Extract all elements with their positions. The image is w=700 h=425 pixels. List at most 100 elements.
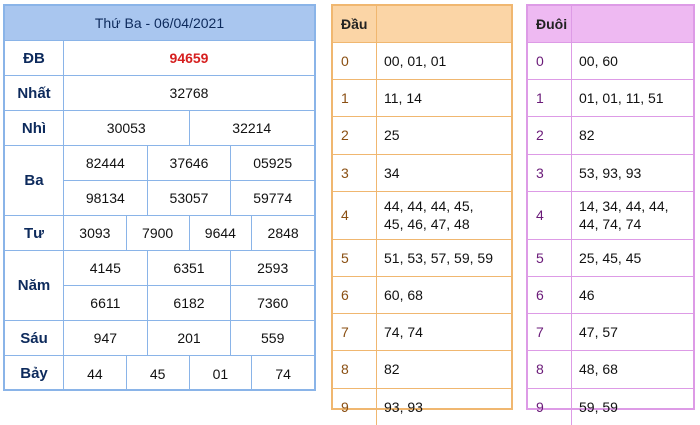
prize-number: 32214 <box>232 120 272 136</box>
prize-label: Nhất <box>5 76 64 110</box>
duoi-row: 1 01, 01, 11, 51 <box>528 79 693 117</box>
dau-digit: 0 <box>333 43 377 80</box>
prize-number: 53057 <box>148 181 232 215</box>
duoi-digit: 1 <box>528 80 572 117</box>
prize-number: 6182 <box>148 286 232 320</box>
dau-row: 5 51, 53, 57, 59, 59 <box>333 238 511 276</box>
prize-label: Ba <box>5 146 64 215</box>
duoi-values: 59, 59 <box>579 398 618 415</box>
dau-row: 9 93, 93 <box>333 387 511 425</box>
duoi-row: 2 82 <box>528 116 693 154</box>
prize-number: 74 <box>275 365 291 382</box>
prize-number: 6611 <box>64 286 148 320</box>
duoi-digit: 9 <box>528 388 572 425</box>
prize-number: 559 <box>261 330 285 346</box>
prize-row: Bảy 44 45 01 74 <box>5 356 314 391</box>
duoi-row: 7 47, 57 <box>528 313 693 351</box>
prize-row: Nhì 30053 32214 <box>5 111 314 146</box>
dau-rows: 0 00, 01, 01 1 11, 14 2 25 3 34 4 44, 44, 44, 45,… <box>333 42 511 425</box>
dau-values: 74, 74 <box>384 324 423 341</box>
prize-label: Sáu <box>5 321 64 355</box>
prize-row: Tư 3093 7900 9644 2848 <box>5 216 314 251</box>
prize-number: 82444 <box>64 146 148 180</box>
prize-row: Sáu 947 201 559 <box>5 321 314 356</box>
lottery-result-table: Thứ Ba - 06/04/2021 ĐB 94659 Nhất 32768 Nhì 3… <box>3 4 316 391</box>
duoi-values: 46 <box>579 287 595 304</box>
duoi-row: 6 46 <box>528 275 693 314</box>
prize-label: Năm <box>5 251 64 320</box>
dau-row: 6 60, 68 <box>333 275 511 314</box>
dau-values: 51, 53, 57, 59, 59 <box>384 249 493 266</box>
prize-number: 32768 <box>169 85 209 101</box>
dau-digit: 5 <box>333 239 377 276</box>
dau-values: 11, 14 <box>384 90 422 107</box>
dau-values: 00, 01, 01 <box>384 53 447 70</box>
prize-number: 2848 <box>267 225 299 241</box>
prize-label: ĐB <box>5 41 64 75</box>
prize-number: 7900 <box>127 216 190 250</box>
dau-digit: 9 <box>333 388 377 425</box>
duoi-values: 25, 45, 45 <box>579 249 642 266</box>
dau-digit: 1 <box>333 80 377 117</box>
dau-values: 44, 44, 44, 45, 45, 46, 47, 48 <box>384 198 474 233</box>
duoi-row: 0 00, 60 <box>528 42 693 80</box>
dau-values: 60, 68 <box>384 287 423 304</box>
duoi-digit: 7 <box>528 314 572 351</box>
duoi-row: 8 48, 68 <box>528 350 693 388</box>
result-date-title: Thứ Ba - 06/04/2021 <box>5 6 314 41</box>
prize-number: 3093 <box>64 216 127 250</box>
duoi-digit: 8 <box>528 351 572 388</box>
dau-digit: 4 <box>333 191 377 239</box>
duoi-row: 5 25, 45, 45 <box>528 238 693 276</box>
dau-values: 34 <box>384 164 400 181</box>
dau-table: Đầu 0 00, 01, 01 1 11, 14 2 25 3 34 4 44, 44, 44,… <box>331 4 513 425</box>
dau-row: 7 74, 74 <box>333 313 511 351</box>
prize-number: 59774 <box>253 190 293 206</box>
duoi-digit: 3 <box>528 154 572 191</box>
dau-row: 8 82 <box>333 350 511 388</box>
dau-values: 25 <box>384 127 400 144</box>
prize-number: 947 <box>64 321 148 355</box>
dau-values: 82 <box>384 361 400 378</box>
dau-digit: 3 <box>333 154 377 191</box>
duoi-values: 00, 60 <box>579 53 618 70</box>
dau-digit: 6 <box>333 276 377 314</box>
dau-digit: 8 <box>333 351 377 388</box>
duoi-digit: 4 <box>528 191 572 239</box>
prize-number: 37646 <box>148 146 232 180</box>
prize-number: 4145 <box>64 251 148 285</box>
prize-number: 30053 <box>64 111 190 145</box>
duoi-values: 01, 01, 11, 51 <box>579 90 664 107</box>
dau-row: 2 25 <box>333 116 511 154</box>
special-prize-number: 94659 <box>169 50 209 66</box>
prize-number: 01 <box>190 356 253 391</box>
prize-number: 05925 <box>253 155 293 171</box>
dau-digit: 2 <box>333 117 377 154</box>
duoi-rows: 0 00, 60 1 01, 01, 11, 51 2 82 3 53, 93, 93 4 14,… <box>528 42 693 425</box>
prize-label: Bảy <box>5 356 64 391</box>
duoi-values: 53, 93, 93 <box>579 164 642 181</box>
prize-number: 6351 <box>148 251 232 285</box>
duoi-header: Đuôi <box>528 6 693 42</box>
dau-row: 1 11, 14 <box>333 79 511 117</box>
duoi-values: 14, 34, 44, 44, 44, 74, 74 <box>579 198 669 233</box>
dau-digit: 7 <box>333 314 377 351</box>
prize-row: Năm 4145 6351 2593 6611 6182 7360 <box>5 251 314 321</box>
duoi-digit: 2 <box>528 117 572 154</box>
dau-header: Đầu <box>333 6 511 42</box>
prize-number: 44 <box>64 356 127 391</box>
duoi-digit: 5 <box>528 239 572 276</box>
dau-row: 0 00, 01, 01 <box>333 42 511 80</box>
prize-row: Ba 82444 37646 05925 98134 53057 59774 <box>5 146 314 216</box>
dau-values: 93, 93 <box>384 398 423 415</box>
prize-label: Tư <box>5 216 64 250</box>
prize-number: 45 <box>127 356 190 391</box>
prize-row: ĐB 94659 <box>5 41 314 76</box>
duoi-values: 48, 68 <box>579 361 618 378</box>
duoi-values: 47, 57 <box>579 324 618 341</box>
duoi-row: 3 53, 93, 93 <box>528 153 693 191</box>
dau-row: 4 44, 44, 44, 45, 45, 46, 47, 48 <box>333 190 511 239</box>
duoi-row: 4 14, 34, 44, 44, 44, 74, 74 <box>528 190 693 239</box>
duoi-header-label: Đuôi <box>528 6 572 42</box>
prize-row: Nhất 32768 <box>5 76 314 111</box>
